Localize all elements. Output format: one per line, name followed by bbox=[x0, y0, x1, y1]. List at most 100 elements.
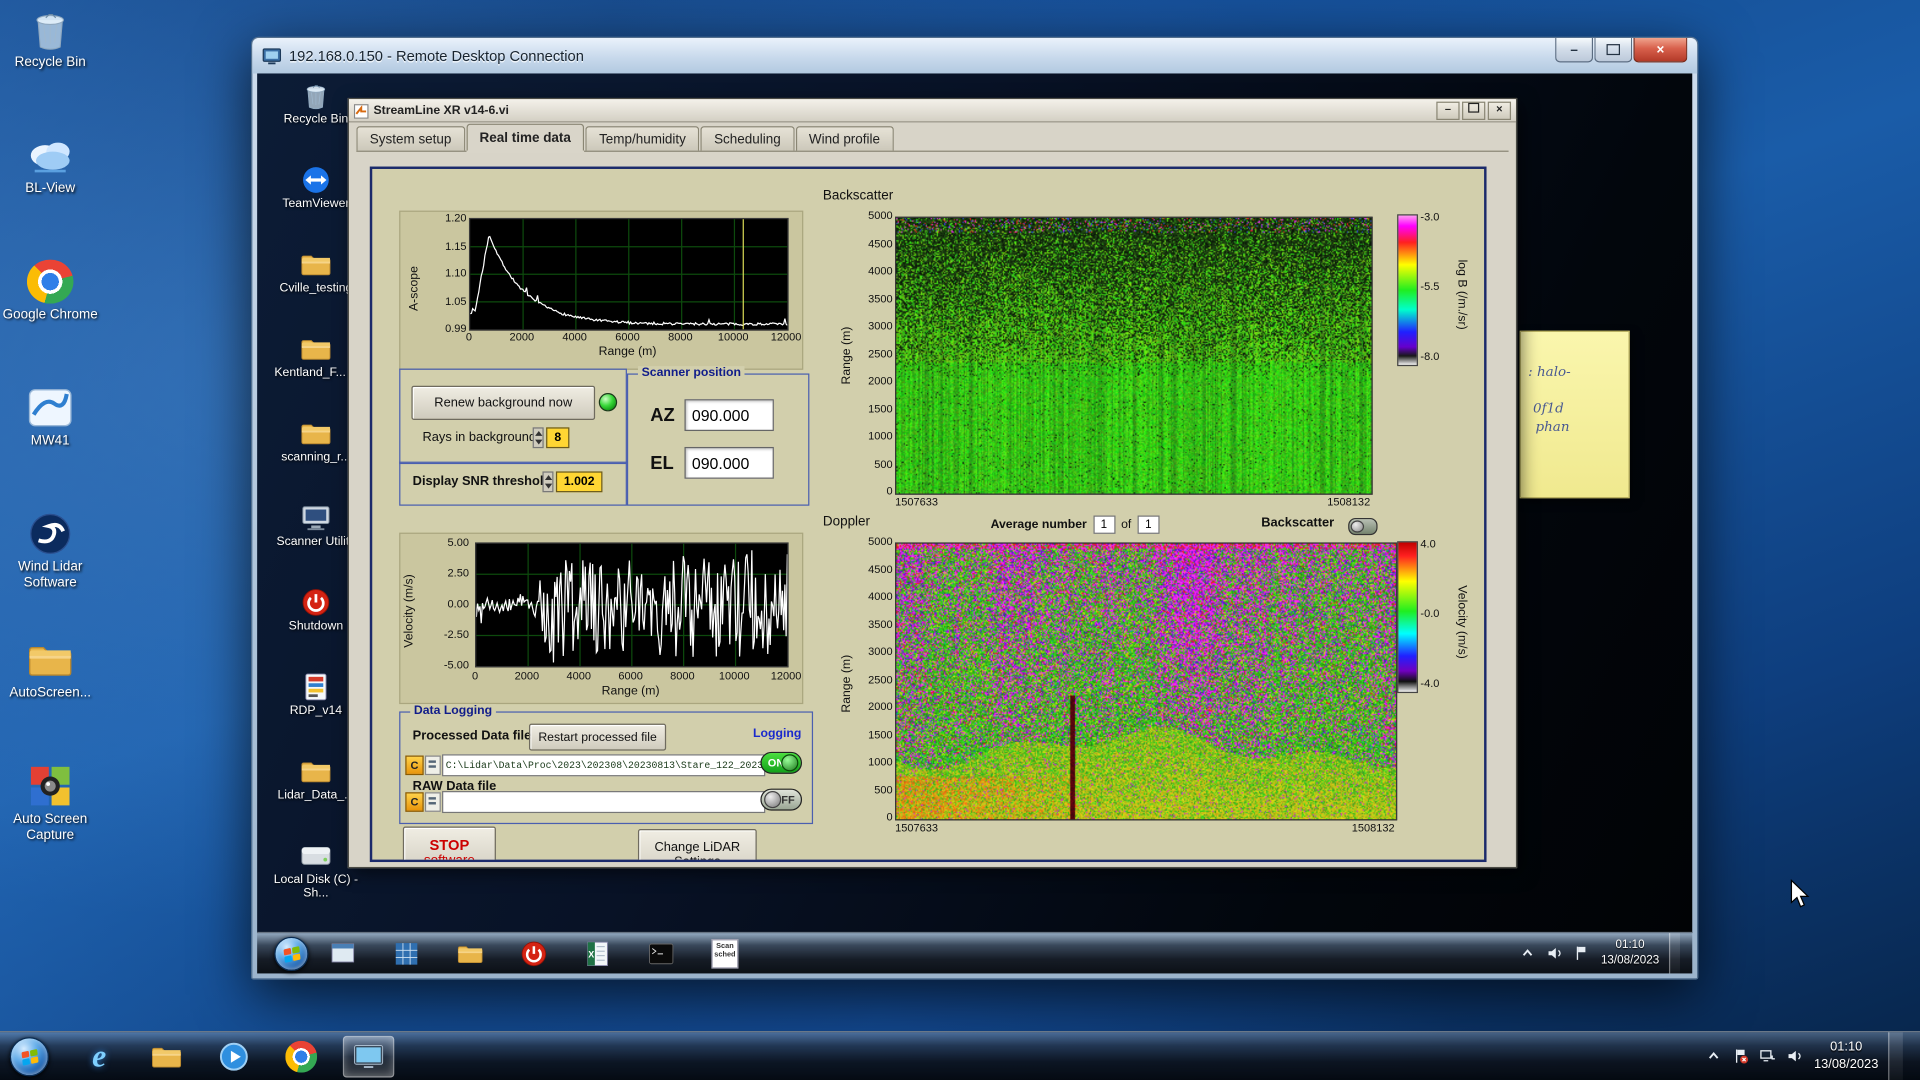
taskbar-chrome-taskbar-icon[interactable] bbox=[276, 1035, 327, 1077]
rays-value-field[interactable]: 8 bbox=[546, 427, 570, 449]
rdp-clock[interactable]: 01:10 13/08/2023 bbox=[1601, 938, 1659, 968]
labview-minimize-button[interactable]: – bbox=[1436, 101, 1460, 120]
rays-in-background-label: Rays in background bbox=[422, 429, 537, 445]
rdp-start-button[interactable] bbox=[274, 936, 309, 972]
raw-logging-toggle[interactable]: OFF bbox=[760, 788, 803, 811]
average-number-field[interactable]: 1 bbox=[1092, 515, 1115, 534]
browse-icon[interactable] bbox=[424, 792, 441, 812]
rays-spinner[interactable] bbox=[532, 427, 544, 449]
taskbar-window-app-icon[interactable] bbox=[321, 937, 365, 970]
rdp-close-button[interactable]: × bbox=[1633, 37, 1688, 63]
volume-icon[interactable] bbox=[1787, 1048, 1803, 1064]
drive-badge[interactable]: C bbox=[405, 755, 424, 776]
snr-value-field[interactable]: 1.002 bbox=[555, 471, 603, 493]
stop-software-button[interactable]: STOP software bbox=[402, 826, 496, 860]
folder-icon bbox=[300, 334, 332, 363]
tab-scheduling[interactable]: Scheduling bbox=[700, 126, 795, 151]
taskbar-rdp-taskbar-icon[interactable] bbox=[342, 1035, 395, 1077]
host-start-button[interactable] bbox=[9, 1037, 49, 1077]
tab-system-setup[interactable]: System setup bbox=[356, 126, 465, 151]
spreadsheet-app-icon: X bbox=[584, 940, 611, 967]
tick-label: 2000 bbox=[514, 669, 540, 683]
el-label: EL bbox=[650, 453, 674, 474]
desktop-icon-mw41[interactable]: MW41 bbox=[2, 386, 98, 512]
backscatter-toggle[interactable] bbox=[1348, 517, 1378, 536]
tick-label: 1.15 bbox=[445, 239, 467, 252]
processed-path-input[interactable]: C:\Lidar\Data\Proc\2023\202308\20230813\… bbox=[442, 754, 766, 777]
desktop-icon-auto-screen-capture[interactable]: Auto Screen Capture bbox=[2, 764, 98, 890]
shutdown-icon bbox=[300, 588, 332, 617]
network-icon[interactable] bbox=[1760, 1048, 1776, 1064]
tab-temp-humidity[interactable]: Temp/humidity bbox=[585, 126, 700, 151]
sticky-note-line: 0f1d bbox=[1533, 400, 1564, 417]
doppler-colorbar bbox=[1397, 541, 1418, 694]
background-led-indicator bbox=[598, 393, 618, 412]
taskbar-console-app-icon[interactable] bbox=[639, 937, 683, 970]
data-logging-title: Data Logging bbox=[410, 704, 496, 718]
teamviewer-icon bbox=[300, 165, 332, 194]
tick-label: 0.00 bbox=[447, 597, 469, 610]
el-field[interactable]: 090.000 bbox=[684, 446, 774, 479]
rdp-maximize-button[interactable] bbox=[1594, 37, 1633, 63]
volume-icon[interactable] bbox=[1547, 945, 1563, 961]
tray-expand-icon[interactable] bbox=[1706, 1048, 1722, 1064]
browse-icon[interactable] bbox=[424, 755, 441, 776]
taskbar-ie-icon[interactable]: e bbox=[73, 1035, 124, 1077]
labview-close-button[interactable]: × bbox=[1487, 101, 1512, 120]
tick-label: 0 bbox=[465, 330, 473, 343]
window-app-icon bbox=[329, 940, 356, 967]
host-taskbar-icons: e bbox=[73, 1032, 410, 1080]
taskbar-blue-grid-app-icon[interactable] bbox=[384, 937, 428, 970]
rdp-minimize-button[interactable]: – bbox=[1555, 37, 1594, 63]
tick-label: 6000 bbox=[615, 330, 640, 343]
labview-titlebar[interactable]: StreamLine XR v14-6.vi – × bbox=[348, 99, 1516, 123]
taskbar-power-app-icon[interactable] bbox=[512, 937, 556, 970]
snr-spinner[interactable] bbox=[542, 471, 554, 493]
taskbar-explorer-icon[interactable] bbox=[141, 1035, 192, 1077]
drive-badge[interactable]: C bbox=[405, 792, 424, 812]
renew-background-button[interactable]: Renew background now bbox=[411, 385, 596, 420]
desktop-icon-google-chrome[interactable]: Google Chrome bbox=[2, 259, 98, 386]
tray-expand-icon[interactable] bbox=[1520, 945, 1536, 961]
processed-path-row: C C:\Lidar\Data\Proc\2023\202308\2023081… bbox=[405, 754, 766, 777]
tab-real-time-data[interactable]: Real time data bbox=[466, 123, 585, 151]
host-taskbar: e 01:10 13/08/2023 bbox=[0, 1031, 1920, 1080]
tick-label: 3000 bbox=[868, 319, 893, 332]
taskbar-folder-app-icon[interactable] bbox=[448, 937, 492, 970]
taskbar-scan-sched-icon[interactable]: Scan sched bbox=[703, 937, 747, 970]
desktop-icon-wind-lidar-software[interactable]: Wind Lidar Software bbox=[2, 512, 98, 638]
velocity-y-axis-ticks: 5.00 2.50 0.00 -2.50 -5.00 bbox=[427, 536, 469, 671]
restart-processed-file-button[interactable]: Restart processed file bbox=[528, 723, 667, 751]
backscatter-heatmap-plot bbox=[895, 216, 1373, 495]
desktop-icon-autoscreen[interactable]: AutoScreen... bbox=[2, 638, 98, 764]
taskbar-spreadsheet-app-icon[interactable]: X bbox=[576, 937, 620, 970]
doppler-ylabel: Range (m) bbox=[840, 654, 854, 713]
tick-label: 4000 bbox=[868, 590, 893, 603]
desktop-icon-recycle-bin[interactable]: Recycle Bin bbox=[2, 7, 98, 133]
processed-logging-toggle[interactable]: ON bbox=[760, 751, 803, 774]
average-of-field[interactable]: 1 bbox=[1137, 515, 1160, 534]
tick-label: -5.5 bbox=[1420, 280, 1440, 293]
tick-label: -0.0 bbox=[1420, 607, 1440, 620]
host-clock[interactable]: 01:10 13/08/2023 bbox=[1814, 1039, 1878, 1072]
rdp-show-desktop-button[interactable] bbox=[1668, 933, 1680, 974]
labview-maximize-button[interactable] bbox=[1462, 101, 1486, 120]
doppler-x-axis-labels: 1507633 1508132 bbox=[895, 821, 1395, 834]
change-lidar-settings-button[interactable]: Change LiDAR Settings bbox=[637, 828, 757, 860]
scanner-position-title: Scanner position bbox=[637, 366, 745, 380]
taskbar-media-player-icon[interactable] bbox=[208, 1035, 259, 1077]
rdp-titlebar[interactable]: 192.168.0.150 - Remote Desktop Connectio… bbox=[252, 37, 1698, 74]
tick-label: 10000 bbox=[717, 330, 749, 343]
desktop-icon-label: AutoScreen... bbox=[9, 685, 92, 701]
backscatter-colorbar-label: log B (/m./sr) bbox=[1454, 259, 1469, 330]
host-show-desktop-button[interactable] bbox=[1888, 1032, 1903, 1080]
desktop-icon-label: BL-View bbox=[25, 181, 76, 196]
raw-path-input[interactable] bbox=[442, 791, 766, 814]
tick-label: 5000 bbox=[868, 209, 893, 222]
desktop-icon-bl-view[interactable]: BL-View bbox=[2, 133, 98, 259]
action-center-flag-icon[interactable] bbox=[1733, 1048, 1749, 1064]
tick-label: 2000 bbox=[868, 374, 893, 387]
tab-wind-profile[interactable]: Wind profile bbox=[795, 126, 894, 151]
action-center-flag-icon[interactable] bbox=[1574, 945, 1590, 961]
az-field[interactable]: 090.000 bbox=[684, 399, 774, 432]
